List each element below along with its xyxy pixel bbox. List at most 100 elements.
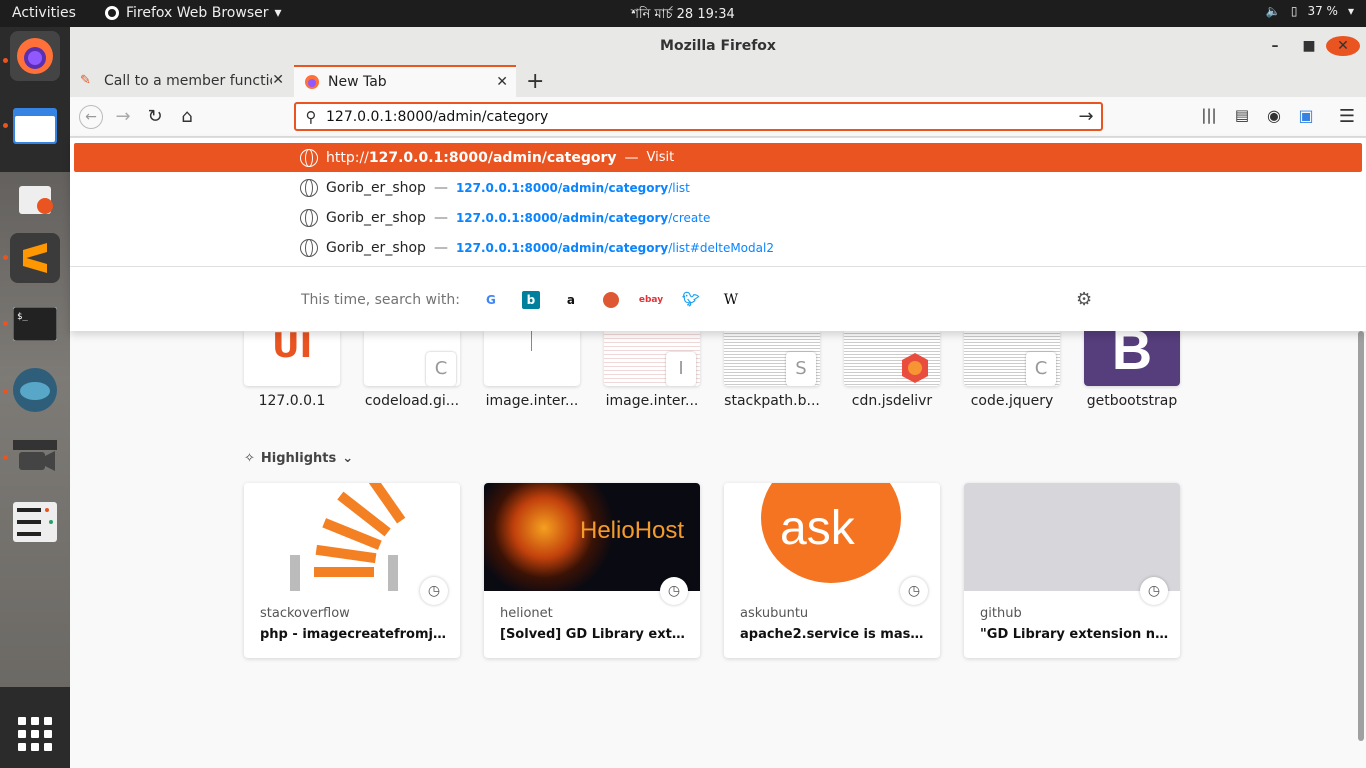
sparkle-icon: ✧ [244, 451, 255, 466]
topsite-thumbnail: B [1084, 331, 1180, 386]
ebay-icon[interactable]: ebay [639, 291, 663, 309]
topsite-tile[interactable]: I image.inter... [604, 331, 700, 409]
dock-video-recorder[interactable] [10, 431, 60, 481]
close-window-button[interactable]: ✕ [1326, 27, 1360, 65]
pencil-icon: ✎ [80, 73, 91, 88]
suggestion-url: http://127.0.0.1:8000/admin/category [326, 149, 617, 166]
wikipedia-icon[interactable]: W [722, 291, 740, 309]
close-tab-icon[interactable]: ✕ [272, 72, 284, 88]
tab-call-to-member[interactable]: ✎ Call to a member function ✕ [70, 65, 292, 97]
google-icon[interactable]: G [482, 291, 500, 309]
forward-button[interactable]: → [112, 106, 134, 127]
bing-icon[interactable]: b [521, 290, 540, 309]
amazon-icon[interactable]: a [562, 291, 580, 309]
topsite-tile[interactable]: image.inter... [484, 331, 580, 409]
dock-mixer[interactable] [10, 497, 60, 547]
new-tab-button[interactable]: + [526, 69, 544, 94]
gear-icon[interactable]: ⚙ [1076, 289, 1092, 310]
url-input[interactable] [326, 108, 1071, 125]
back-button[interactable]: ← [79, 105, 103, 129]
topsite-label: image.inter... [605, 393, 699, 409]
topsite-label: cdn.jsdelivr [851, 393, 933, 409]
globe-icon [300, 178, 318, 197]
card-site: helionet [500, 606, 553, 621]
topsite-thumbnail: I [604, 331, 700, 386]
clock[interactable]: শনি মার্চ 28 19:34 [0, 5, 1366, 26]
topsite-letter: C [426, 352, 456, 386]
dock-firefox[interactable] [10, 31, 60, 81]
dock-files[interactable] [10, 99, 60, 149]
mixer-icon [13, 502, 57, 542]
dock-mysql-workbench[interactable] [10, 365, 60, 415]
running-indicator [3, 255, 8, 260]
battery-label: 37 % [1307, 4, 1338, 18]
highlight-card[interactable]: HelioHost ◷ helionet [Solved] GD Library… [484, 483, 700, 658]
suggestion-row[interactable]: Gorib_er_shop — 127.0.0.1:8000/admin/cat… [74, 173, 1362, 202]
highlight-card[interactable]: ◷ stackoverflow php - imagecreatefromjp.… [244, 483, 460, 658]
duckduckgo-icon[interactable] [602, 291, 620, 309]
system-top-bar: Activities Firefox Web Browser ▾ শনি মার… [0, 0, 1366, 27]
suggestion-url: 127.0.0.1:8000/admin/category/list [455, 180, 690, 195]
clock-icon: ◷ [1140, 577, 1168, 605]
card-title: "GD Library extension no... [980, 627, 1170, 642]
topsite-tile[interactable]: S stackpath.b... [724, 331, 820, 409]
tab-new-tab[interactable]: New Tab ✕ [294, 65, 516, 97]
topsite-thumbnail [484, 331, 580, 386]
volume-icon: 🔈 [1265, 4, 1281, 18]
extension-button[interactable]: ▣ [1295, 106, 1317, 125]
suggestion-title: Gorib_er_shop [326, 179, 426, 196]
tab-label: New Tab [328, 74, 387, 90]
show-applications-button[interactable] [18, 717, 52, 751]
card-image: ask [724, 483, 940, 591]
page-scrollbar[interactable] [1358, 331, 1364, 741]
card-image [244, 483, 460, 591]
suggestion-action: Visit [646, 150, 675, 165]
topsite-tile[interactable]: UI 127.0.0.1 [244, 331, 340, 409]
suggestion-row[interactable]: Gorib_er_shop — 127.0.0.1:8000/admin/cat… [74, 233, 1362, 262]
globe-icon [300, 148, 318, 167]
system-tray[interactable]: 🔈 ▯ 37 % ▾ [1266, 4, 1354, 18]
clock-icon: ◷ [420, 577, 448, 605]
search-with-label: This time, search with: [301, 291, 460, 308]
chevron-down-icon: ▾ [1347, 4, 1354, 18]
topsite-tile[interactable]: cdn.jsdelivr [844, 331, 940, 409]
highlight-card[interactable]: ◷ github "GD Library extension no... [964, 483, 1180, 658]
suggestion-title: Gorib_er_shop [326, 209, 426, 226]
highlights-header[interactable]: ✧ Highlights ⌄ [244, 451, 353, 466]
card-title: php - imagecreatefromjp... [260, 627, 450, 642]
bootstrap-icon: B [1111, 331, 1153, 381]
twitter-icon[interactable]: 🐦︎ [682, 291, 700, 309]
home-button[interactable]: ⌂ [176, 106, 198, 127]
topsite-label: code.jquery [970, 393, 1054, 409]
highlight-card[interactable]: ask ◷ askubuntu apache2.service is maske… [724, 483, 940, 658]
minimize-button[interactable]: – [1258, 27, 1292, 65]
topsite-tile[interactable]: C code.jquery [964, 331, 1060, 409]
suggestion-row-visit[interactable]: http://127.0.0.1:8000/admin/category — V… [74, 143, 1362, 172]
topsite-letter: S [786, 352, 816, 386]
topsite-label: getbootstrap [1086, 393, 1178, 409]
close-tab-icon[interactable]: ✕ [496, 74, 508, 90]
go-arrow-button[interactable]: → [1071, 106, 1101, 127]
maximize-button[interactable]: ■ [1292, 27, 1326, 65]
menu-button[interactable]: ☰ [1336, 106, 1358, 127]
dock-sublime[interactable] [10, 233, 60, 283]
globe-icon [300, 208, 318, 227]
clock-icon: ◷ [900, 577, 928, 605]
jsdelivr-icon [902, 353, 928, 383]
suggestion-row[interactable]: Gorib_er_shop — 127.0.0.1:8000/admin/cat… [74, 203, 1362, 232]
globe-icon [300, 238, 318, 257]
url-bar[interactable]: ⚲ → [294, 102, 1103, 131]
card-title: [Solved] GD Library exte... [500, 627, 690, 642]
separator: — [433, 209, 448, 226]
library-button[interactable]: ||| [1198, 106, 1220, 124]
account-button[interactable]: ◉ [1263, 106, 1285, 125]
topsite-tile[interactable]: B getbootstrap [1084, 331, 1180, 409]
navigation-toolbar: ← → ↻ ⌂ ⚲ → ||| ▤ ◉ ▣ ☰ [70, 97, 1366, 137]
reload-button[interactable]: ↻ [144, 106, 166, 127]
dock-terminal[interactable]: $_ [10, 299, 60, 349]
topsite-thumbnail [844, 331, 940, 386]
topsite-tile[interactable]: C codeload.gi... [364, 331, 460, 409]
sidebar-button[interactable]: ▤ [1231, 106, 1253, 124]
new-tab-page: UI 127.0.0.1 C codeload.gi... image.inte… [70, 331, 1366, 768]
dock-software[interactable] [10, 171, 60, 221]
